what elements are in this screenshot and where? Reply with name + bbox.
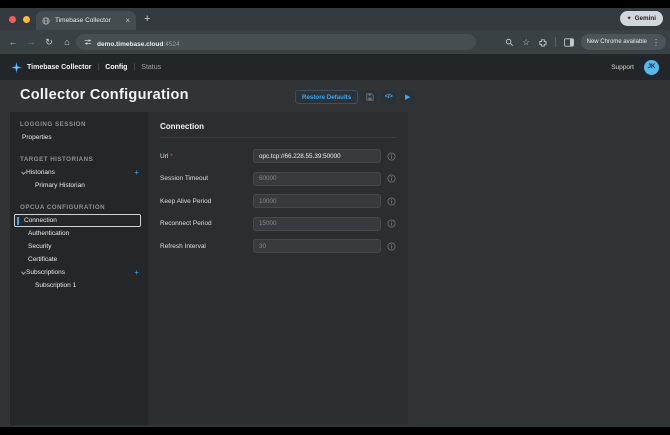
timebase-logo-icon xyxy=(11,61,22,73)
browser-toolbar: ← → ↻ ⌂ demo.timebase.cloud:4524 ☆ New C… xyxy=(0,30,670,54)
sidebar-item-subscription-1[interactable]: Subscription 1 xyxy=(10,279,148,292)
support-link[interactable]: Support xyxy=(611,64,634,71)
connection-panel: Connection Url* Session Timeout Keep Alive… xyxy=(148,112,408,425)
info-icon[interactable] xyxy=(387,241,396,251)
tab-title: Timebase Collector xyxy=(55,17,111,24)
app-header: Timebase Collector | Config | Status Sup… xyxy=(0,54,670,80)
extensions-icon[interactable] xyxy=(538,38,547,47)
add-icon[interactable]: + xyxy=(134,268,139,277)
sidebar-item-subscriptions[interactable]: Subscriptions + xyxy=(10,266,148,279)
search-icon[interactable] xyxy=(505,38,514,47)
sidebar-item-primary-historian[interactable]: Primary Historian xyxy=(10,179,148,192)
browser-tab-strip: Timebase Collector × + ✦ Gemini xyxy=(0,8,670,30)
panel-title: Connection xyxy=(160,122,396,138)
add-icon[interactable]: + xyxy=(134,168,139,177)
play-icon: ▶ xyxy=(404,93,411,101)
save-floppy-icon xyxy=(366,93,374,101)
sidebar-item-security[interactable]: Security xyxy=(10,240,148,253)
session-timeout-input[interactable] xyxy=(253,171,381,186)
browser-menu-dots-icon[interactable]: ⋮ xyxy=(652,38,660,47)
info-icon[interactable] xyxy=(387,196,396,206)
save-button[interactable] xyxy=(362,90,378,104)
field-label: Refresh Interval xyxy=(160,242,206,250)
new-chrome-available-button[interactable]: New Chrome available ⋮ xyxy=(580,34,666,50)
field-label: Session Timeout xyxy=(160,175,209,182)
site-settings-icon[interactable] xyxy=(84,38,92,46)
info-icon[interactable] xyxy=(387,151,396,161)
new-tab-button[interactable]: + xyxy=(144,12,150,27)
required-asterisk: * xyxy=(170,152,173,160)
field-row-refresh-interval: Refresh Interval xyxy=(160,239,396,253)
sidebar-item-label: Subscriptions xyxy=(26,269,66,276)
sidebar-item-label: Properties xyxy=(22,134,52,141)
forward-icon[interactable]: → xyxy=(22,37,40,47)
gemini-label: Gemini xyxy=(634,15,656,22)
url-port: :4524 xyxy=(163,41,180,48)
toolbar-divider xyxy=(555,37,556,47)
sidebar-item-authentication[interactable]: Authentication xyxy=(10,227,148,240)
restore-defaults-button[interactable]: Restore Defaults xyxy=(295,90,359,104)
reload-icon[interactable]: ↻ xyxy=(40,37,58,48)
new-chrome-label: New Chrome available xyxy=(586,39,647,45)
sidebar-section-header: TARGET HISTORIANS xyxy=(20,156,94,163)
field-label: Url * xyxy=(160,152,173,160)
sidebar-section-header: OPCUA CONFIGURATION xyxy=(20,204,106,211)
app-brand[interactable]: Timebase Collector xyxy=(27,64,91,71)
browser-tab[interactable]: Timebase Collector × xyxy=(36,11,136,30)
sidebar-item-certificate[interactable]: Certificate xyxy=(10,253,148,266)
sidebar-item-label: Connection xyxy=(24,217,57,224)
field-list: Url* Session Timeout Keep Alive Period Reco… xyxy=(160,149,396,253)
close-window-button[interactable] xyxy=(9,16,16,23)
minimize-window-button[interactable] xyxy=(23,16,30,23)
header-separator: | xyxy=(97,63,100,71)
favicon-globe-icon xyxy=(42,16,50,25)
sidebar-item-connection[interactable]: Connection xyxy=(14,214,141,227)
refresh-interval-input[interactable] xyxy=(253,239,381,253)
sidebar-item-label: Historians xyxy=(26,169,55,176)
url-host: demo.timebase.cloud xyxy=(97,41,164,48)
reconnect-period-input[interactable] xyxy=(253,216,381,231)
browser-window: Timebase Collector × + ✦ Gemini ← → ↻ ⌂ … xyxy=(0,8,670,427)
home-icon[interactable]: ⌂ xyxy=(58,37,76,47)
url-input[interactable] xyxy=(253,149,381,163)
field-label: Reconnect Period xyxy=(160,220,212,227)
tab-close-icon[interactable]: × xyxy=(125,16,130,25)
field-row-session-timeout: Session Timeout xyxy=(160,171,396,186)
gemini-spark-icon: ✦ xyxy=(626,16,632,22)
sidebar-item-label: Primary Historian xyxy=(35,182,85,189)
field-row-reconnect-period: Reconnect Period xyxy=(160,216,396,231)
code-view-button[interactable]: </> xyxy=(381,90,397,104)
selection-caret xyxy=(17,217,19,225)
user-avatar[interactable]: JK xyxy=(644,59,659,75)
header-separator: | xyxy=(133,63,136,71)
field-label: Keep Alive Period xyxy=(160,197,212,205)
address-bar[interactable]: demo.timebase.cloud:4524 xyxy=(76,34,476,50)
sidebar-item-label: Authentication xyxy=(28,230,70,237)
sidebar-item-label: Certificate xyxy=(28,256,58,263)
sidebar-item-historians[interactable]: Historians + xyxy=(10,166,148,179)
bookmark-star-icon[interactable]: ☆ xyxy=(522,37,530,48)
nav-tab-config[interactable]: Config xyxy=(105,64,127,71)
keep-alive-period-input[interactable] xyxy=(253,194,381,208)
back-icon[interactable]: ← xyxy=(4,37,22,47)
field-row-url: Url * xyxy=(160,149,396,163)
config-sidebar: LOGGING SESSION Properties TARGET HISTORIA… xyxy=(10,112,148,425)
sidebar-item-label: Security xyxy=(28,243,52,250)
field-row-keep-alive-period: Keep Alive Period xyxy=(160,194,396,208)
sidebar-item-properties[interactable]: Properties xyxy=(10,131,148,144)
code-icon: </> xyxy=(384,94,393,100)
sidebar-section-header: LOGGING SESSION xyxy=(20,121,86,128)
info-icon[interactable] xyxy=(387,219,396,228)
gemini-button[interactable]: ✦ Gemini xyxy=(619,11,663,26)
page-title: Collector Configuration xyxy=(20,87,189,103)
app-page: Timebase Collector | Config | Status Sup… xyxy=(0,54,670,427)
info-icon[interactable] xyxy=(387,174,396,183)
sidebar-item-label: Subscription 1 xyxy=(35,282,77,289)
page-actions: Restore Defaults </> ▶ xyxy=(295,90,416,104)
nav-tab-status[interactable]: Status xyxy=(141,64,161,71)
side-panel-icon[interactable] xyxy=(564,37,574,47)
run-button[interactable]: ▶ xyxy=(400,90,416,104)
